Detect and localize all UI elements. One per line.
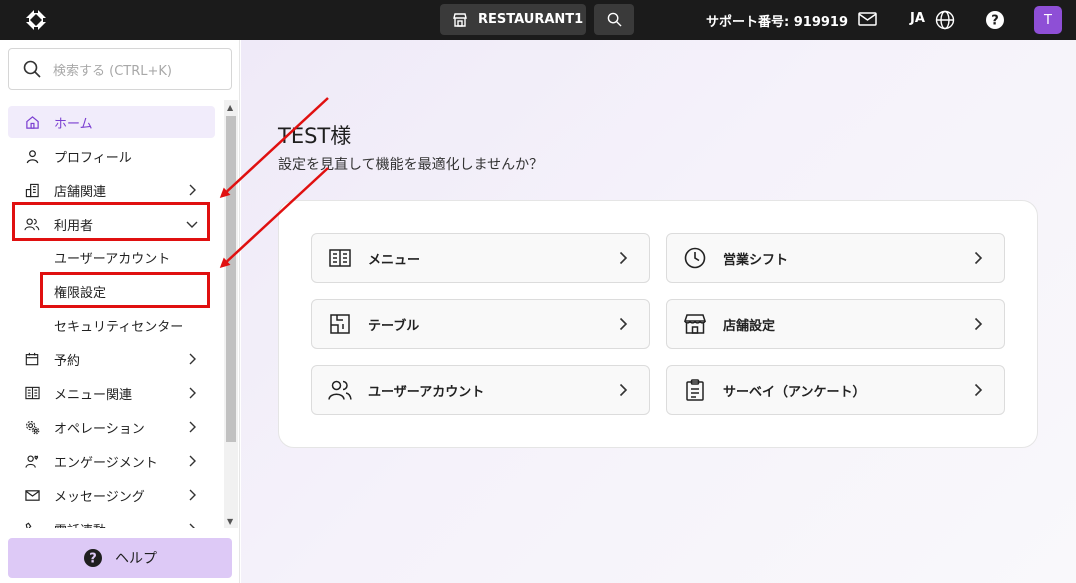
calendar-icon bbox=[24, 351, 40, 367]
highlight-box-users bbox=[12, 202, 210, 241]
svg-text:?: ? bbox=[991, 14, 999, 29]
phone-icon bbox=[24, 521, 40, 528]
highlight-box-permissions bbox=[40, 272, 210, 308]
clock-icon bbox=[683, 246, 707, 270]
sidebar-search-input[interactable]: 検索する (CTRL+K) bbox=[8, 48, 232, 90]
app-logo-icon[interactable] bbox=[23, 7, 49, 33]
tile-business-shift-label: 営業シフト bbox=[723, 252, 789, 268]
chevron-right-icon bbox=[189, 184, 196, 196]
mail-icon[interactable] bbox=[858, 11, 877, 31]
user-avatar[interactable]: T bbox=[1034, 6, 1062, 34]
help-icon[interactable]: ? bbox=[985, 10, 1005, 34]
tile-menu[interactable]: メニュー bbox=[311, 233, 650, 283]
globe-icon[interactable] bbox=[935, 10, 955, 34]
building-icon bbox=[24, 182, 40, 198]
sidebar-item-phone[interactable]: 電話連動 bbox=[8, 513, 215, 528]
sidebar-item-engagement[interactable]: エンゲージメント bbox=[8, 445, 215, 477]
menu-book-icon bbox=[24, 385, 40, 401]
sidebar-item-home[interactable]: ホーム bbox=[8, 106, 215, 138]
clipboard-icon bbox=[683, 378, 707, 402]
chevron-right-icon bbox=[189, 421, 196, 433]
sidebar-item-reservation[interactable]: 予約 bbox=[8, 343, 215, 375]
chevron-right-icon bbox=[619, 251, 628, 265]
quick-settings-card: メニュー 営業シフト テーブル 店舗設定 ユーザーアカウント サーベイ（アンケー… bbox=[278, 200, 1038, 448]
sidebar-item-menu[interactable]: メニュー関連 bbox=[8, 377, 215, 409]
help-button[interactable]: ? ヘルプ bbox=[8, 538, 232, 578]
engagement-icon bbox=[24, 453, 40, 469]
chevron-right-icon bbox=[974, 317, 983, 331]
chevron-right-icon bbox=[619, 383, 628, 397]
tile-survey[interactable]: サーベイ（アンケート） bbox=[666, 365, 1005, 415]
page-subtitle: 設定を見直して機能を最適化しませんか？ bbox=[278, 157, 544, 173]
home-icon bbox=[24, 114, 40, 130]
top-bar: RESTAURANT1 サポート番号: 919919 JA ? T bbox=[0, 0, 1076, 40]
tile-user-account-label: ユーザーアカウント bbox=[368, 384, 485, 400]
tile-store-settings[interactable]: 店舗設定 bbox=[666, 299, 1005, 349]
tile-business-shift[interactable]: 営業シフト bbox=[666, 233, 1005, 283]
table-layout-icon bbox=[328, 312, 352, 336]
chevron-right-icon bbox=[619, 317, 628, 331]
chevron-right-icon bbox=[189, 489, 196, 501]
users-icon bbox=[328, 378, 352, 402]
tile-table-label: テーブル bbox=[368, 318, 420, 334]
tile-table[interactable]: テーブル bbox=[311, 299, 650, 349]
language-selector[interactable]: JA bbox=[910, 11, 925, 26]
tile-survey-label: サーベイ（アンケート） bbox=[723, 384, 866, 400]
scroll-down-icon[interactable]: ▼ bbox=[227, 517, 233, 526]
page-title: TEST様 bbox=[278, 124, 352, 148]
main-content: TEST様 設定を見直して機能を最適化しませんか？ メニュー 営業シフト テーブ… bbox=[241, 40, 1076, 583]
chevron-right-icon bbox=[189, 455, 196, 467]
store-name: RESTAURANT1 bbox=[478, 12, 584, 27]
store-selector-button[interactable]: RESTAURANT1 bbox=[440, 4, 586, 35]
chevron-right-icon bbox=[974, 251, 983, 265]
sidebar-nav: ホーム プロフィール 店舗関連 利用者 ユーザーアカウント 権限設定 セキュリテ… bbox=[0, 104, 224, 528]
tile-store-settings-label: 店舗設定 bbox=[723, 318, 776, 334]
menu-book-icon bbox=[328, 246, 352, 270]
global-search-button[interactable] bbox=[594, 4, 634, 35]
search-icon bbox=[23, 60, 41, 78]
help-label: ヘルプ bbox=[115, 551, 157, 567]
person-icon bbox=[24, 148, 40, 164]
chevron-right-icon bbox=[189, 353, 196, 365]
search-placeholder: 検索する (CTRL+K) bbox=[53, 63, 172, 79]
chevron-right-icon bbox=[974, 383, 983, 397]
sidebar-item-operation[interactable]: オペレーション bbox=[8, 411, 215, 443]
tile-user-account[interactable]: ユーザーアカウント bbox=[311, 365, 650, 415]
store-icon bbox=[453, 12, 467, 27]
help-icon: ? bbox=[84, 549, 102, 567]
sidebar-item-messaging[interactable]: メッセージング bbox=[8, 479, 215, 511]
search-icon bbox=[607, 12, 622, 27]
support-number: サポート番号: 919919 bbox=[706, 15, 848, 30]
chevron-right-icon bbox=[189, 523, 195, 528]
gears-icon bbox=[24, 419, 40, 435]
tile-menu-label: メニュー bbox=[368, 252, 421, 268]
sidebar-item-profile[interactable]: プロフィール bbox=[8, 140, 215, 172]
scrollbar-thumb[interactable] bbox=[226, 116, 236, 442]
sidebar-scrollbar[interactable]: ▲ ▼ bbox=[224, 100, 238, 528]
mail-icon bbox=[24, 487, 40, 503]
sidebar: 検索する (CTRL+K) ホーム プロフィール 店舗関連 利用者 ユーザーアカ… bbox=[0, 40, 240, 583]
scroll-up-icon[interactable]: ▲ bbox=[227, 103, 233, 112]
sidebar-subitem-user-account[interactable]: ユーザーアカウント bbox=[8, 242, 208, 272]
chevron-right-icon bbox=[189, 387, 196, 399]
svg-text:?: ? bbox=[89, 552, 97, 567]
storefront-icon bbox=[683, 312, 707, 336]
sidebar-subitem-security-center[interactable]: セキュリティセンター bbox=[8, 310, 208, 340]
